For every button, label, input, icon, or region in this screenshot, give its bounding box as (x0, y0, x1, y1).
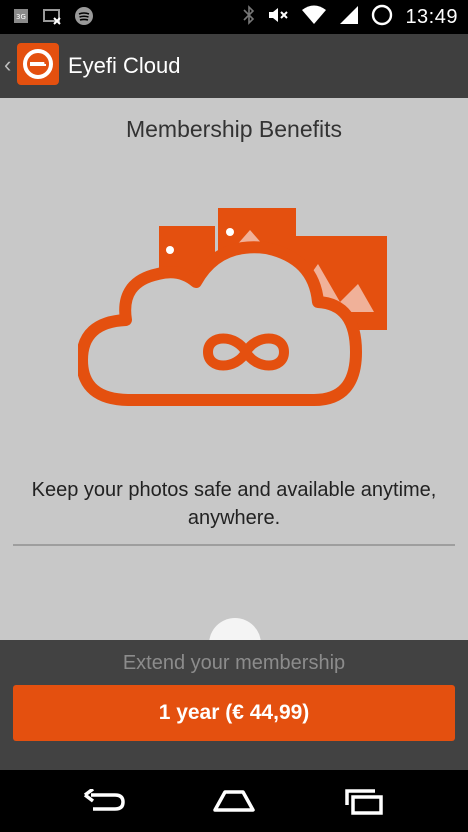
home-icon[interactable] (204, 784, 264, 818)
cloud-infinity-photos-icon (76, 202, 390, 406)
wifi-icon (301, 5, 327, 30)
divider (13, 544, 455, 546)
extend-membership-label: Extend your membership (122, 652, 346, 674)
one-year-purchase-button[interactable]: 1 year (€ 44,99) (13, 685, 455, 741)
chevron-left-icon[interactable]: ‹ (4, 52, 11, 78)
tagline: Keep your photos safe and available anyt… (31, 479, 437, 529)
status-time: 13:49 (405, 5, 458, 28)
sim-icon: 3G (12, 7, 30, 30)
recents-icon[interactable] (334, 784, 394, 818)
sync-icon (371, 4, 393, 31)
membership-benefits-panel: Membership Benefits Keep your photos saf… (0, 98, 468, 644)
eyefi-logo-icon[interactable] (17, 43, 59, 85)
back-icon[interactable] (74, 784, 134, 818)
membership-purchase-panel: Extend your membership 1 year (€ 44,99) (0, 640, 468, 770)
signal-icon (339, 5, 359, 30)
page-title: Membership Benefits (125, 116, 343, 142)
system-nav-bar (0, 770, 468, 832)
app-title: Eyefi Cloud (68, 53, 181, 78)
image-muted-icon (42, 7, 62, 30)
action-bar: ‹ Eyefi Cloud (0, 34, 468, 98)
status-bar: 3G 13:49 (0, 0, 468, 34)
bluetooth-icon (243, 4, 255, 30)
spotify-icon (74, 6, 94, 31)
mute-icon (267, 6, 289, 29)
svg-text:3G: 3G (16, 13, 26, 21)
